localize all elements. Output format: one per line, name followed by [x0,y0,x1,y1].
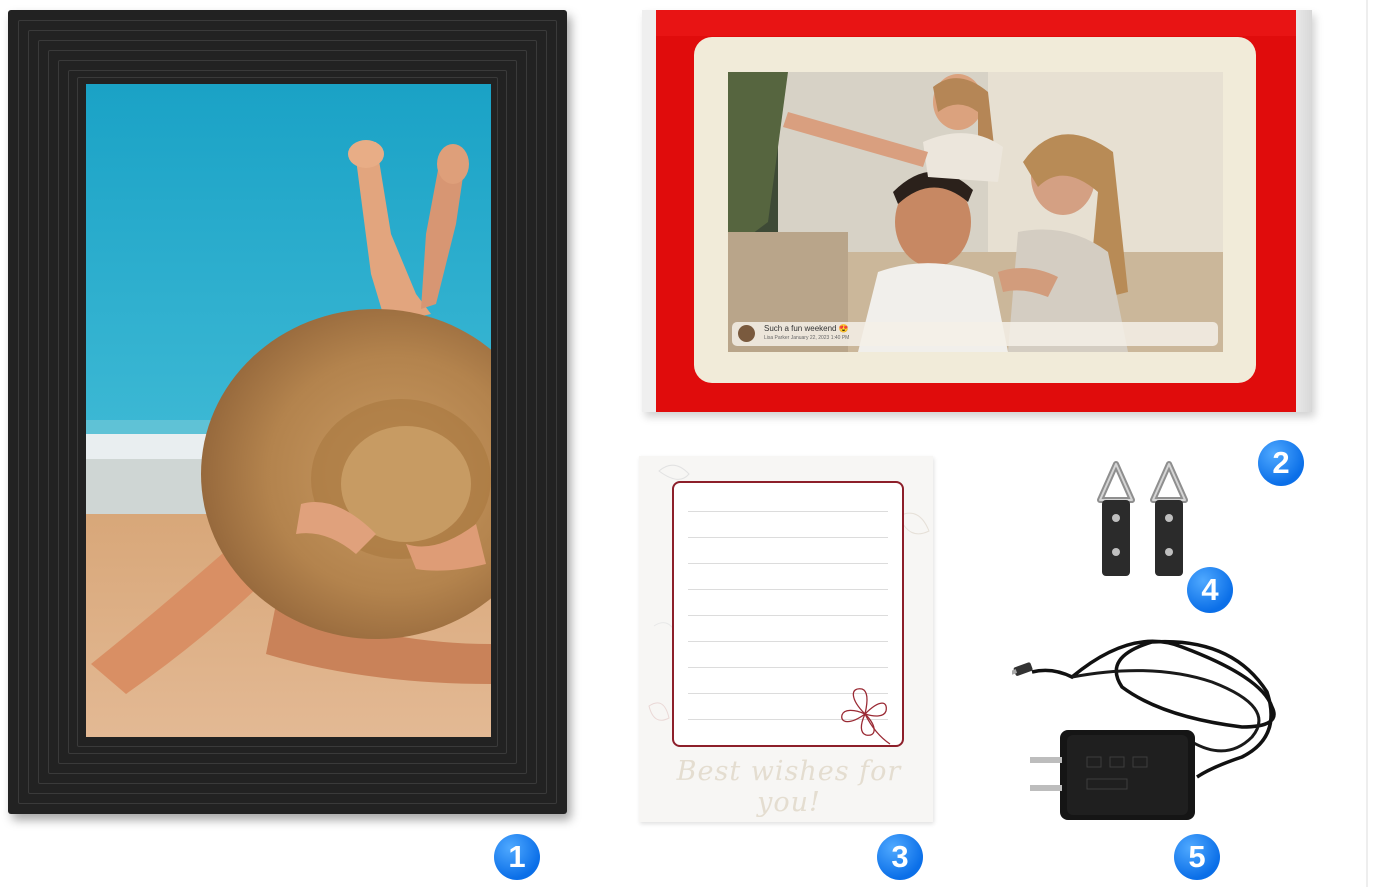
product-contents-image: Such a fun weekend 😍 Lisa Parker January… [0,0,1374,887]
avatar [738,325,755,342]
clover-icon [841,688,891,745]
digital-photo-frame [8,10,567,814]
screen-caption-meta: Lisa Parker January 22, 2023 1:40 PM [764,335,849,341]
power-adapter-icon [1012,639,1276,820]
protective-film: Such a fun weekend 😍 Lisa Parker January… [694,37,1256,383]
card-greeting-text: Best wishes for you! [676,756,902,818]
wall-hanger-icon [1150,461,1188,576]
item-badge-2: 2 [1258,440,1304,486]
screen-caption-date: January 22, 2023 1:40 PM [790,335,850,341]
card-writing-area [672,481,904,747]
item-badge-3: 3 [877,834,923,880]
family-photo: Such a fun weekend 😍 Lisa Parker January… [728,72,1223,352]
frame-front-with-film: Such a fun weekend 😍 Lisa Parker January… [642,10,1312,412]
frame-screen-beach-photo [86,84,491,737]
screen-caption-bar: Such a fun weekend 😍 Lisa Parker January… [732,322,1218,346]
screen-caption-user: Lisa Parker [764,335,790,341]
greeting-card: Best wishes for you! [639,456,933,822]
item-badge-4: 4 [1187,567,1233,613]
item-badge-1: 1 [494,834,540,880]
screen-caption-text: Such a fun weekend 😍 [764,324,849,333]
wall-hanger-icon [1097,461,1135,576]
item-badge-5: 5 [1174,834,1220,880]
page-divider [1366,0,1368,887]
